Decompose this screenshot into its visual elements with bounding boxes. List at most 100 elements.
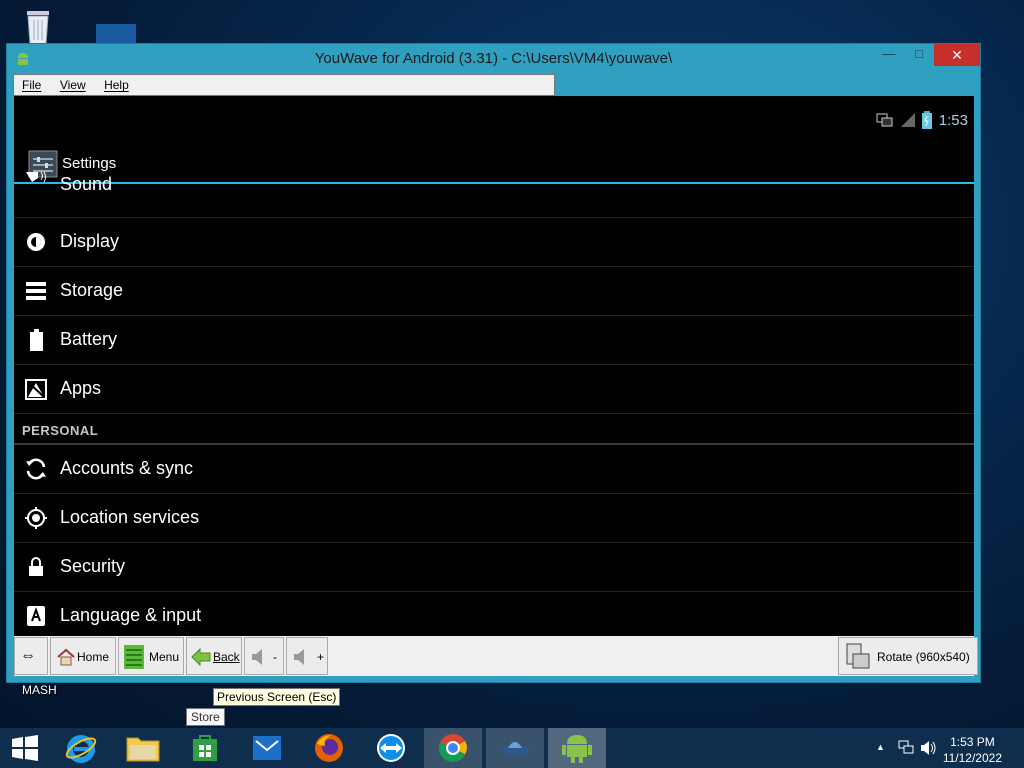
brightness-icon — [24, 230, 48, 254]
back-arrow-icon — [191, 647, 211, 669]
taskbar-mail[interactable] — [238, 728, 296, 768]
settings-item-label: Storage — [60, 280, 124, 300]
desktop-shortcut-icon[interactable] — [96, 24, 136, 44]
volume-icon — [293, 648, 309, 669]
back-button[interactable]: Back — [186, 637, 242, 675]
network-icon — [876, 112, 894, 133]
home-label: Home — [77, 650, 110, 664]
folder-icon — [126, 737, 160, 762]
home-button[interactable]: Home — [50, 637, 116, 675]
titlebar[interactable]: YouWave for Android (3.31) - C:\Users\VM… — [7, 44, 980, 74]
volume-down-label: - — [273, 650, 277, 664]
resize-icon: ⇔ — [20, 647, 36, 664]
desktop-label-mash[interactable]: MASH — [22, 683, 57, 697]
status-bar: 1:53 — [14, 96, 974, 144]
back-tooltip: Previous Screen (Esc) — [213, 688, 341, 706]
settings-item-location[interactable]: Location services — [14, 494, 974, 543]
apps-icon — [24, 377, 48, 401]
menu-view[interactable]: View — [52, 75, 92, 92]
taskbar-firefox[interactable] — [300, 728, 358, 768]
ufo-icon — [501, 742, 529, 755]
menu-icon — [123, 644, 145, 673]
settings-item-storage[interactable]: Storage — [14, 267, 974, 316]
taskbar-youwave[interactable] — [548, 728, 606, 768]
settings-item-label: Language & input — [60, 605, 202, 625]
back-label: Back — [213, 650, 240, 664]
menu-button[interactable]: Menu — [118, 637, 184, 675]
store-bag-icon — [193, 735, 217, 761]
rotate-button[interactable]: Rotate (960x540) — [838, 637, 978, 675]
chrome-icon — [438, 734, 467, 762]
taskbar-chrome[interactable] — [424, 728, 482, 768]
taskbar-explorer[interactable] — [114, 728, 172, 768]
start-button[interactable] — [0, 728, 50, 768]
settings-item-label: Location services — [60, 507, 200, 527]
menu-label: Menu — [149, 650, 180, 664]
lock-icon — [24, 555, 48, 579]
location-icon — [24, 506, 48, 530]
status-clock: 1:53 — [938, 112, 968, 129]
rotate-label: Rotate (960x540) — [877, 650, 970, 664]
section-header-personal: PERSONAL — [14, 414, 974, 445]
android-screen[interactable]: 1:53 Settings Sound Display Storage Batt… — [14, 96, 974, 636]
settings-item-language-input[interactable]: Language & input — [14, 592, 974, 636]
menu-file[interactable]: File — [14, 75, 47, 92]
internet-explorer-icon — [65, 735, 97, 763]
volume-down-button[interactable]: - — [244, 637, 284, 675]
teamviewer-icon — [377, 734, 405, 762]
settings-item-battery[interactable]: Battery — [14, 316, 974, 365]
section-label: PERSONAL — [22, 423, 99, 438]
menu-bar: File View Help — [13, 74, 555, 96]
volume-up-button[interactable]: + — [286, 637, 328, 675]
minimize-button[interactable]: — — [874, 46, 904, 68]
speaker-icon — [24, 171, 48, 196]
home-icon — [57, 648, 75, 669]
mail-icon — [253, 736, 281, 760]
emulator-toolbar: ⇔ Home Menu Back - + Rotate (960x540) — [14, 636, 978, 676]
settings-list: Sound Display Storage Battery Apps PERSO… — [14, 171, 974, 636]
resize-button[interactable]: ⇔ — [14, 637, 48, 675]
sync-icon — [24, 457, 48, 481]
menu-help[interactable]: Help — [96, 75, 135, 92]
taskbar: ▲ 1:53 PM 11/12/2022 — [0, 728, 1024, 768]
volume-up-label: + — [317, 650, 325, 664]
tray-time: 1:53 PM — [950, 735, 995, 749]
settings-item-security[interactable]: Security — [14, 543, 974, 592]
tray-clock[interactable]: 1:53 PM 11/12/2022 — [943, 734, 1002, 766]
settings-item-label: Battery — [60, 329, 118, 349]
volume-icon — [251, 648, 267, 669]
settings-item-label: Security — [60, 556, 126, 576]
language-icon — [24, 604, 48, 628]
storage-icon — [24, 279, 48, 303]
action-bar-title: Settings — [62, 155, 117, 172]
tray-date: 11/12/2022 — [942, 751, 1002, 765]
window-title: YouWave for Android (3.31) - C:\Users\VM… — [314, 50, 673, 67]
settings-item-label: Accounts & sync — [60, 458, 194, 478]
taskbar-store[interactable] — [176, 728, 234, 768]
taskbar-teamviewer[interactable] — [362, 728, 420, 768]
windows-logo-icon — [12, 735, 38, 761]
taskbar-ie[interactable] — [52, 728, 110, 768]
battery-icon — [24, 328, 48, 352]
settings-item-sound[interactable]: Sound — [14, 171, 974, 218]
signal-icon — [900, 112, 916, 133]
show-hidden-icons-icon[interactable]: ▲ — [876, 742, 885, 752]
store-tooltip: Store — [186, 708, 225, 726]
close-button[interactable]: ✕ — [934, 44, 980, 66]
taskbar-ufo-app[interactable] — [486, 728, 544, 768]
firefox-icon — [315, 734, 343, 762]
settings-item-label: Sound — [60, 174, 113, 194]
maximize-button[interactable]: □ — [904, 46, 934, 68]
settings-item-label: Apps — [60, 378, 102, 398]
youwave-window: YouWave for Android (3.31) - C:\Users\VM… — [6, 43, 981, 683]
volume-tray-icon[interactable] — [920, 740, 938, 761]
settings-item-apps[interactable]: Apps — [14, 365, 974, 414]
recycle-bin-icon[interactable] — [18, 6, 58, 46]
settings-item-accounts-sync[interactable]: Accounts & sync — [14, 445, 974, 494]
settings-item-label: Display — [60, 231, 120, 251]
rotate-device-icon — [845, 642, 871, 675]
settings-item-display[interactable]: Display — [14, 218, 974, 267]
android-robot-icon — [562, 735, 592, 763]
battery-status-icon — [922, 111, 932, 134]
network-tray-icon[interactable] — [898, 740, 914, 761]
